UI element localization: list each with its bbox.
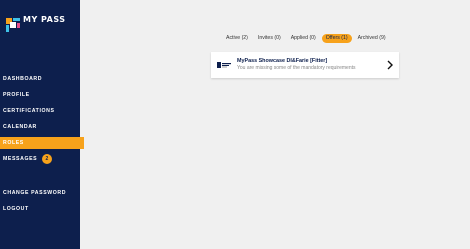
sidebar-item-logout[interactable]: LOGOUT [0, 203, 84, 215]
sidebar-item-label: CHANGE PASSWORD [3, 190, 67, 196]
sidebar-item-label: DASHBOARD [3, 76, 43, 82]
mypass-logo-icon [6, 18, 20, 32]
sidebar-item-label: LOGOUT [3, 206, 29, 212]
sidebar-item-label: PROFILE [3, 92, 30, 98]
sidebar-item-label: ROLES [3, 140, 24, 146]
brand-name: MY PASS [23, 15, 66, 24]
role-card-title: MyPass Showcase DI&Farie [Fitter] [237, 58, 328, 64]
chevron-right-icon [387, 60, 393, 70]
tab-invites[interactable]: Invites (0) [254, 34, 285, 43]
sidebar-item-roles[interactable]: ROLES [0, 137, 84, 149]
sidebar-item-certifications[interactable]: CERTIFICATIONS [0, 105, 84, 117]
tab-offers[interactable]: Offers (1) [321, 34, 352, 43]
role-card-subtitle: You are missing some of the mandatory re… [237, 65, 356, 71]
roles-tabs: Active (2) Invites (0) Applied (0) Offer… [222, 34, 390, 43]
role-card[interactable]: MyPass Showcase DI&Farie [Fitter] You ar… [211, 52, 399, 78]
sidebar-item-profile[interactable]: PROFILE [0, 89, 84, 101]
sidebar-item-label: CALENDAR [3, 124, 37, 130]
company-logo-icon [217, 62, 231, 68]
tab-active[interactable]: Active (2) [222, 34, 252, 43]
tab-archived[interactable]: Archived (9) [354, 34, 390, 43]
sidebar-item-calendar[interactable]: CALENDAR [0, 121, 84, 133]
main-content: Active (2) Invites (0) Applied (0) Offer… [80, 0, 470, 249]
tab-applied[interactable]: Applied (0) [287, 34, 320, 43]
sidebar-item-label: CERTIFICATIONS [3, 108, 55, 114]
sidebar-item-messages[interactable]: MESSAGES 2 [0, 153, 84, 165]
messages-count-badge: 2 [42, 153, 53, 164]
sidebar-item-dashboard[interactable]: DASHBOARD [0, 73, 84, 85]
sidebar: MY PASS DASHBOARD PROFILE CERTIFICATIONS… [0, 0, 84, 249]
sidebar-item-change-password[interactable]: CHANGE PASSWORD [0, 187, 84, 199]
sidebar-item-label: MESSAGES [3, 156, 38, 162]
